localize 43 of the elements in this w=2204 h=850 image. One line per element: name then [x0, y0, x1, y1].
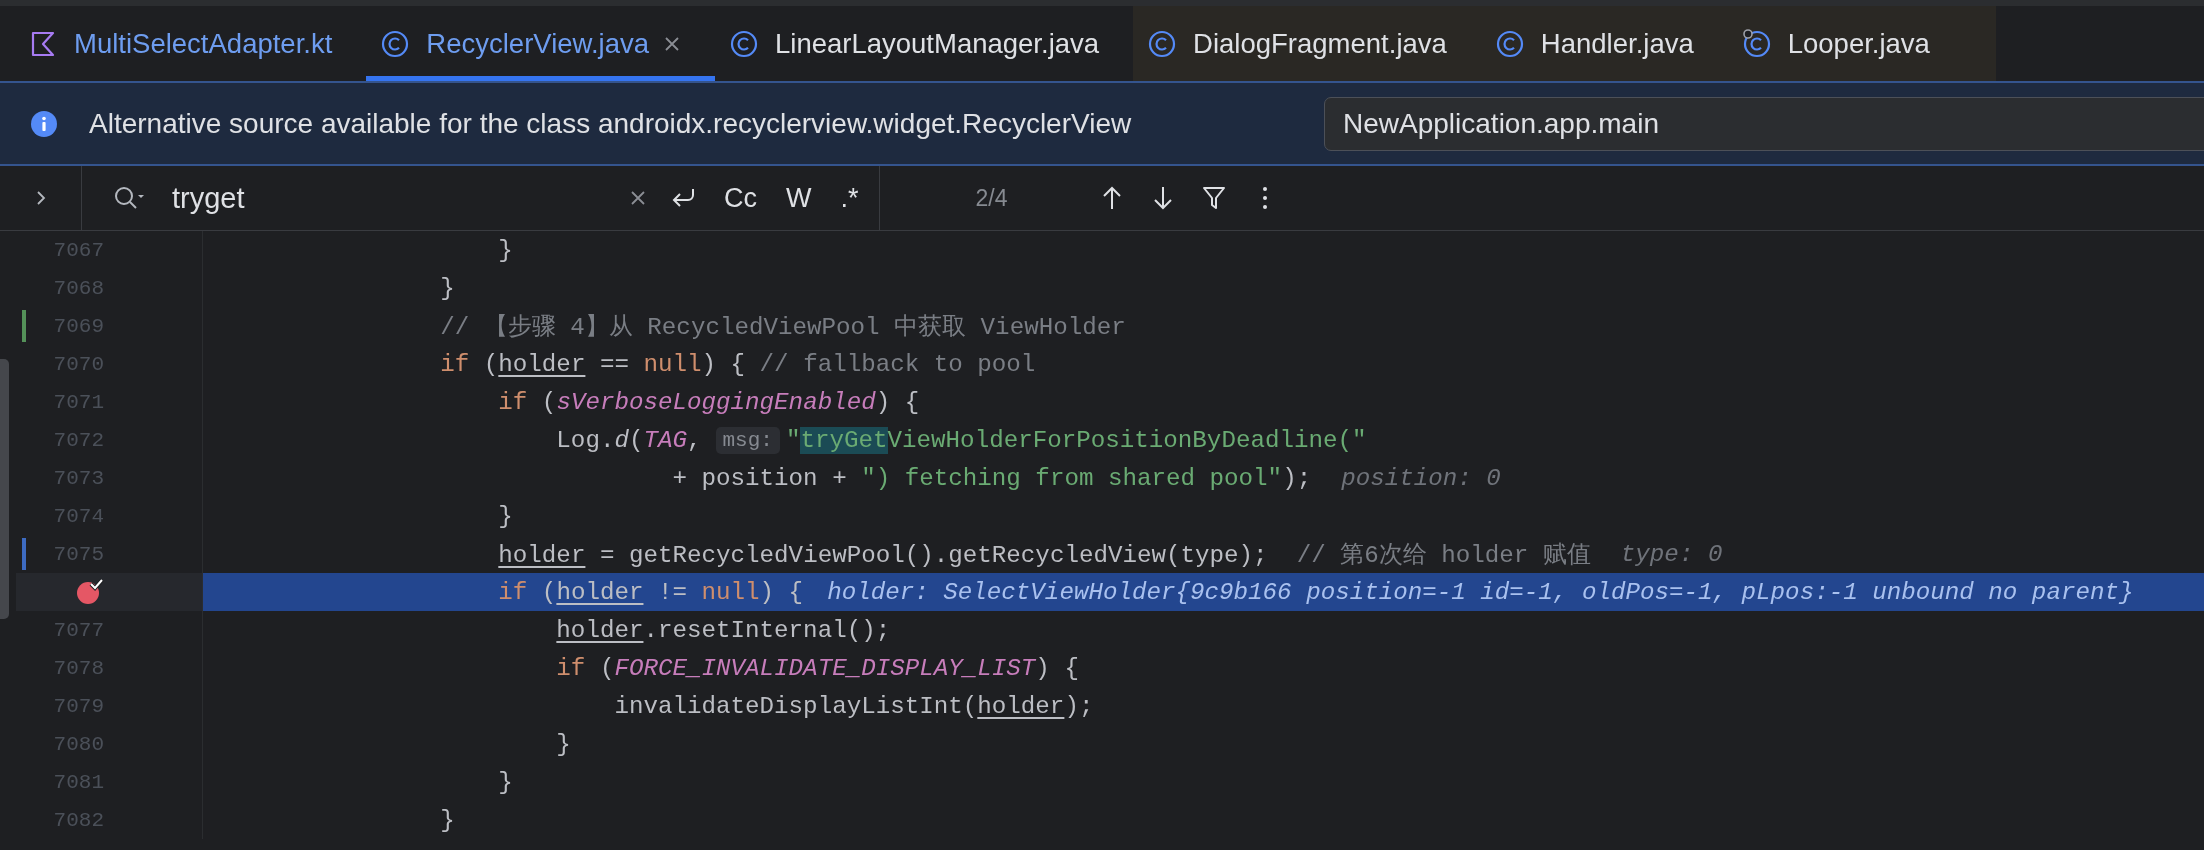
code-text: if (holder != null) {	[498, 578, 804, 606]
class-icon	[1494, 28, 1525, 59]
editor-tab[interactable]: LinearLayoutManager.java	[715, 6, 1134, 81]
code-text: holder = getRecycledViewPool().getRecycledView(type); // 第6次给 holder 赋值	[498, 541, 1591, 570]
inline-value: position: 0	[1341, 464, 1501, 492]
code-text: }	[556, 730, 571, 758]
code-text: }	[440, 806, 455, 834]
editor-tab[interactable]: MultiSelectAdapter.kt	[14, 6, 367, 81]
code-text: if (sVerboseLoggingEnabled) {	[498, 388, 920, 416]
editor-tab[interactable]: Handler.java	[1480, 6, 1728, 81]
search-field[interactable]: tryget	[172, 181, 627, 215]
filter-icon[interactable]	[1201, 185, 1226, 211]
parameter-hint: msg:	[715, 426, 780, 454]
code-text: }	[498, 502, 513, 530]
notification-message: Alternative source available for the class androidx.recyclerview.widget.RecyclerView	[89, 107, 1132, 140]
inline-value: holder: SelectViewHolder{9c9b166 position=-1 id=-1, oldPos=-1, pLpos:-1 unbound no parent}	[827, 578, 2134, 606]
code-text: }	[440, 274, 455, 302]
editor-tab[interactable]: Looper.java	[1727, 6, 1964, 81]
code-text: if (holder == null) { // fallback to pool	[440, 350, 1036, 378]
code-text: holder.resetInternal();	[556, 616, 891, 644]
search-option-button[interactable]: Cc	[720, 182, 761, 214]
code-text: }	[498, 768, 513, 796]
search-option-button[interactable]: W	[782, 182, 816, 214]
match-count: 2/4	[975, 184, 1009, 212]
breakpoint-icon[interactable]	[74, 577, 104, 607]
code-text: Log.d(TAG,	[556, 426, 702, 454]
module-dropdown[interactable]: NewApplication.app.main	[1324, 96, 2204, 151]
class-icon	[1741, 28, 1772, 59]
search-option-button[interactable]: .*	[836, 182, 863, 214]
code-text: if (FORCE_INVALIDATE_DISPLAY_LIST) {	[556, 654, 1079, 682]
info-icon	[30, 109, 58, 138]
scrollbar-thumb[interactable]	[0, 359, 9, 619]
editor-tab[interactable]: DialogFragment.java	[1133, 6, 1481, 81]
close-icon[interactable]	[663, 34, 681, 53]
code-text: }	[498, 236, 513, 264]
code-text: invalidateDisplayListInt(holder);	[614, 692, 1094, 720]
class-icon	[1147, 28, 1178, 59]
class-icon	[729, 28, 759, 59]
code-text: "tryGetViewHolderForPositionByDeadline("	[785, 426, 1367, 454]
code-text: // 【步骤 4】从 RecycledViewPool 中获取 ViewHolder	[440, 313, 1126, 342]
inline-value: type: 0	[1620, 540, 1723, 568]
code-text: + position + ") fetching from shared pool");	[672, 464, 1312, 492]
class-icon	[380, 28, 411, 59]
